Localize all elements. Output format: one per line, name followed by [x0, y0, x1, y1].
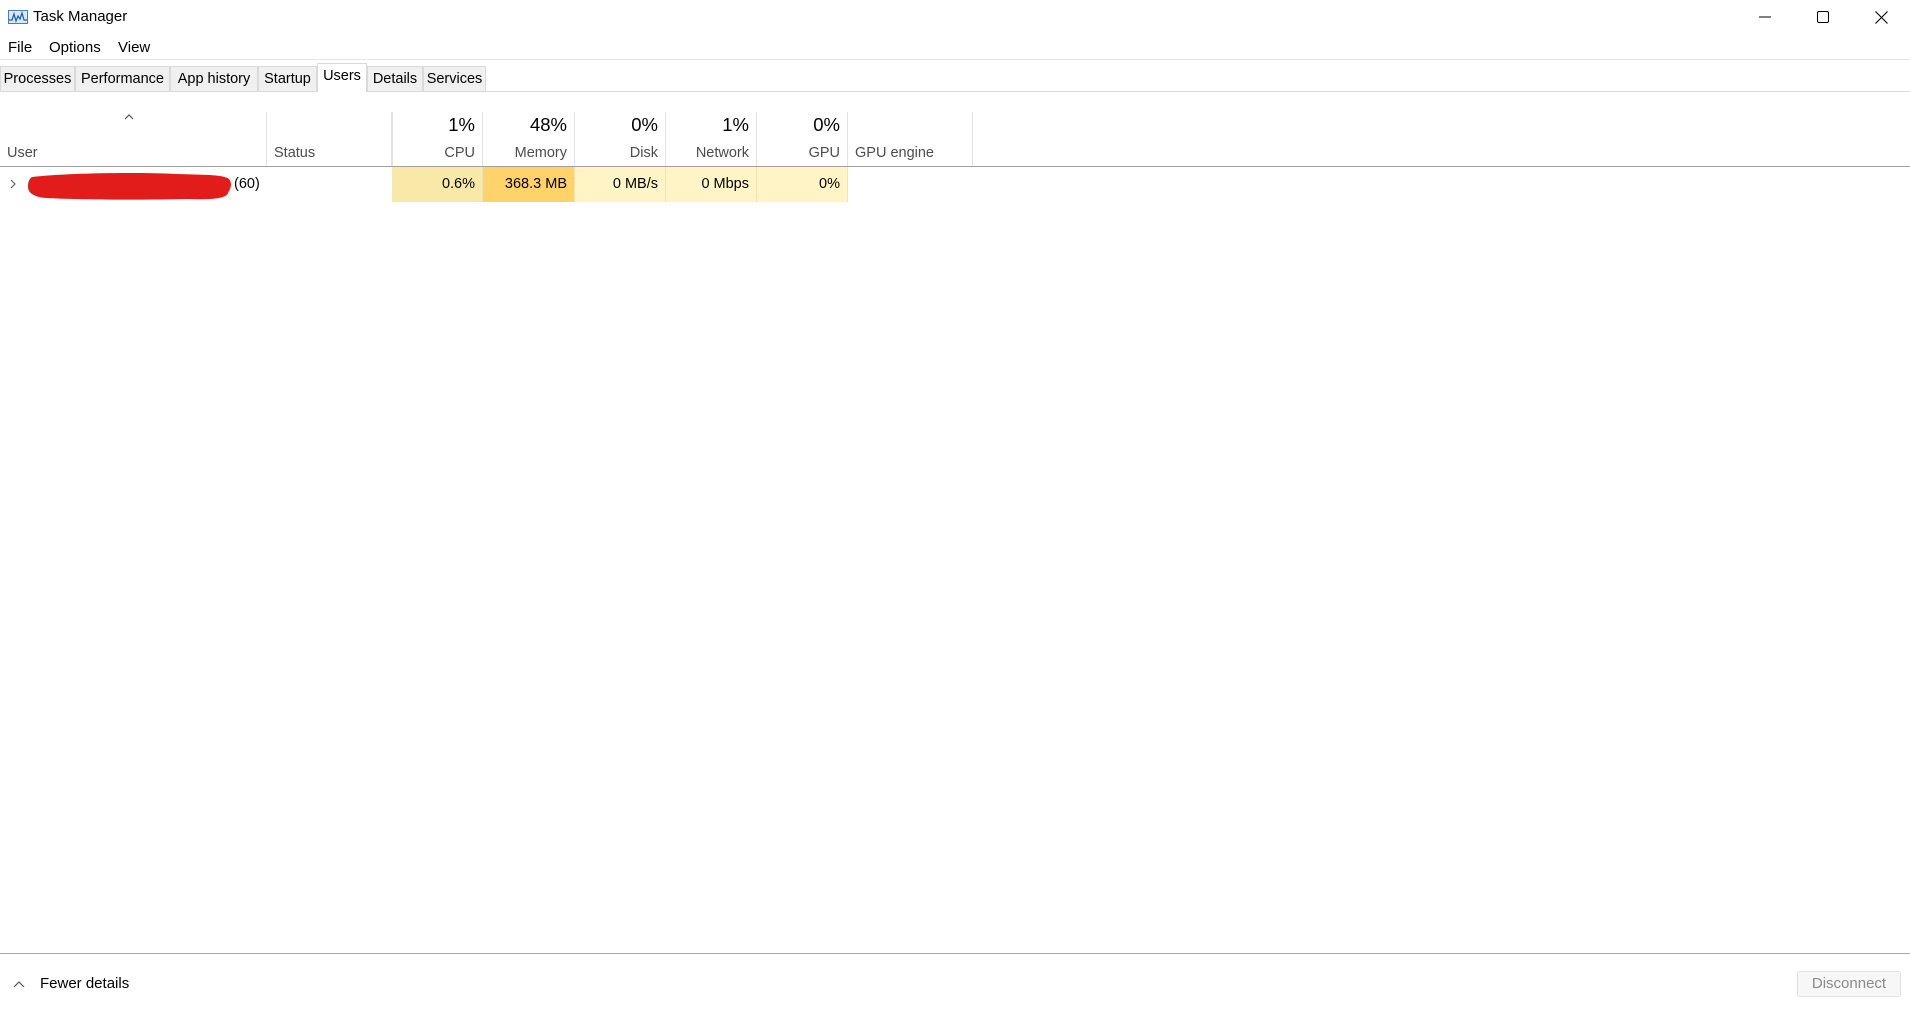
tab-users[interactable]: Users [317, 63, 367, 92]
redacted-username [28, 173, 231, 200]
minimize-icon [1759, 16, 1771, 18]
title-bar: Task Manager [0, 0, 1910, 34]
fewer-details-button[interactable]: Fewer details [12, 975, 129, 992]
tab-strip: Processes Performance App history Startu… [0, 63, 1910, 92]
column-header-user[interactable]: User [0, 112, 267, 166]
memory-total: 48% [529, 114, 567, 135]
column-header-status[interactable]: Status [267, 112, 392, 166]
task-manager-graph-icon [8, 10, 28, 24]
column-header-gpu-engine[interactable]: GPU engine [848, 112, 973, 166]
minimize-button[interactable] [1736, 0, 1794, 34]
menu-file[interactable]: File [8, 39, 32, 56]
column-header-gpu[interactable]: 0% GPU [757, 112, 848, 166]
cell-disk: 0 MB/s [575, 167, 666, 202]
gpu-total: 0% [813, 114, 840, 135]
network-total: 1% [722, 114, 749, 135]
table-row[interactable]: (60) 0.6% 368.3 MB 0 MB/s 0 Mbps 0% [0, 167, 1910, 202]
column-label-gpu-engine: GPU engine [855, 145, 934, 161]
column-label-network: Network [695, 145, 749, 161]
tab-details[interactable]: Details [367, 66, 423, 91]
column-label-gpu: GPU [808, 145, 840, 161]
column-header-network[interactable]: 1% Network [666, 112, 757, 166]
maximize-icon [1817, 11, 1829, 23]
maximize-button[interactable] [1794, 0, 1852, 34]
tab-processes[interactable]: Processes [0, 66, 75, 91]
disconnect-button[interactable]: Disconnect [1797, 971, 1901, 997]
disk-total: 0% [631, 114, 658, 135]
column-header-disk[interactable]: 0% Disk [575, 112, 666, 166]
window-title: Task Manager [33, 8, 128, 25]
fewer-details-label: Fewer details [40, 975, 130, 992]
column-header-cpu[interactable]: 1% CPU [392, 112, 483, 166]
close-icon [1874, 10, 1888, 24]
cell-cpu: 0.6% [392, 167, 483, 202]
cpu-total: 1% [448, 114, 475, 135]
sort-ascending-icon [124, 114, 134, 120]
footer-divider [0, 953, 1910, 954]
chevron-right-icon[interactable] [9, 178, 17, 190]
column-label-cpu: CPU [444, 145, 475, 161]
process-count: (60) [234, 176, 260, 192]
menu-view[interactable]: View [118, 39, 150, 56]
menu-bar: File Options View [0, 36, 1910, 60]
close-button[interactable] [1852, 0, 1910, 34]
cell-gpu: 0% [757, 167, 848, 202]
column-label-status: Status [274, 145, 316, 161]
tab-performance[interactable]: Performance [75, 66, 170, 91]
tab-services[interactable]: Services [423, 66, 486, 91]
menu-options[interactable]: Options [49, 39, 101, 56]
chevron-up-icon [13, 980, 25, 987]
column-label-user: User [7, 145, 38, 161]
cell-network: 0 Mbps [666, 167, 757, 202]
column-label-disk: Disk [629, 145, 658, 161]
cell-memory: 368.3 MB [483, 167, 575, 202]
tab-app-history[interactable]: App history [170, 66, 258, 91]
column-header-memory[interactable]: 48% Memory [483, 112, 575, 166]
tab-startup[interactable]: Startup [258, 66, 317, 91]
column-header-row: User Status 1% CPU 48% Memory 0% Disk 1%… [0, 112, 1910, 167]
column-label-memory: Memory [514, 145, 567, 161]
